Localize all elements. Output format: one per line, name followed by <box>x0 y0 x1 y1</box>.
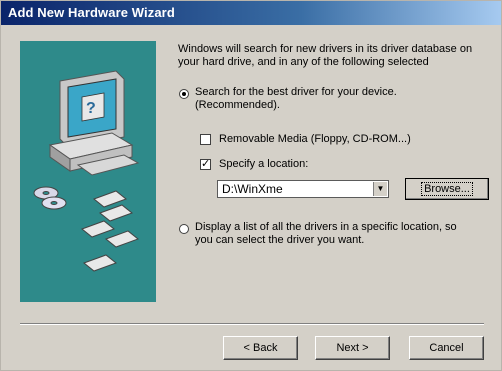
search-best-driver-radio[interactable] <box>179 89 189 99</box>
location-value[interactable]: D:\WinXme <box>222 182 283 196</box>
cancel-button[interactable]: Cancel <box>409 336 484 360</box>
search-best-driver-label[interactable]: Search for the best driver for your devi… <box>195 86 397 99</box>
title-bar[interactable]: Add New Hardware Wizard <box>1 1 501 25</box>
removable-media-checkbox[interactable] <box>200 134 211 145</box>
wizard-window: Add New Hardware Wizard ? Windows will s… <box>0 0 502 371</box>
svg-text:?: ? <box>86 100 96 117</box>
browse-button[interactable]: Browse... <box>405 178 489 200</box>
chevron-down-icon[interactable]: ▼ <box>373 182 387 196</box>
specify-location-checkbox[interactable]: ✓ <box>200 159 211 170</box>
display-driver-list-radio[interactable] <box>179 224 189 234</box>
window-title: Add New Hardware Wizard <box>8 5 175 20</box>
computer-and-disks-icon: ? <box>33 70 140 272</box>
back-button[interactable]: < Back <box>223 336 298 360</box>
instruction-text: Windows will search for new drivers in i… <box>178 43 473 68</box>
footer-separator <box>20 323 484 325</box>
browse-button-label: Browse... <box>421 182 473 196</box>
display-driver-list-sublabel: you can select the driver you want. <box>195 234 365 246</box>
search-best-driver-sublabel: (Recommended). <box>195 99 280 111</box>
check-mark-icon: ✓ <box>201 158 211 170</box>
removable-media-label[interactable]: Removable Media (Floppy, CD-ROM...) <box>219 133 411 146</box>
next-button[interactable]: Next > <box>315 336 390 360</box>
display-driver-list-label[interactable]: Display a list of all the drivers in a s… <box>195 221 457 234</box>
specify-location-label[interactable]: Specify a location: <box>219 158 308 171</box>
location-combobox[interactable]: D:\WinXme ▼ <box>217 180 389 198</box>
wizard-illustration: ? <box>20 41 156 302</box>
